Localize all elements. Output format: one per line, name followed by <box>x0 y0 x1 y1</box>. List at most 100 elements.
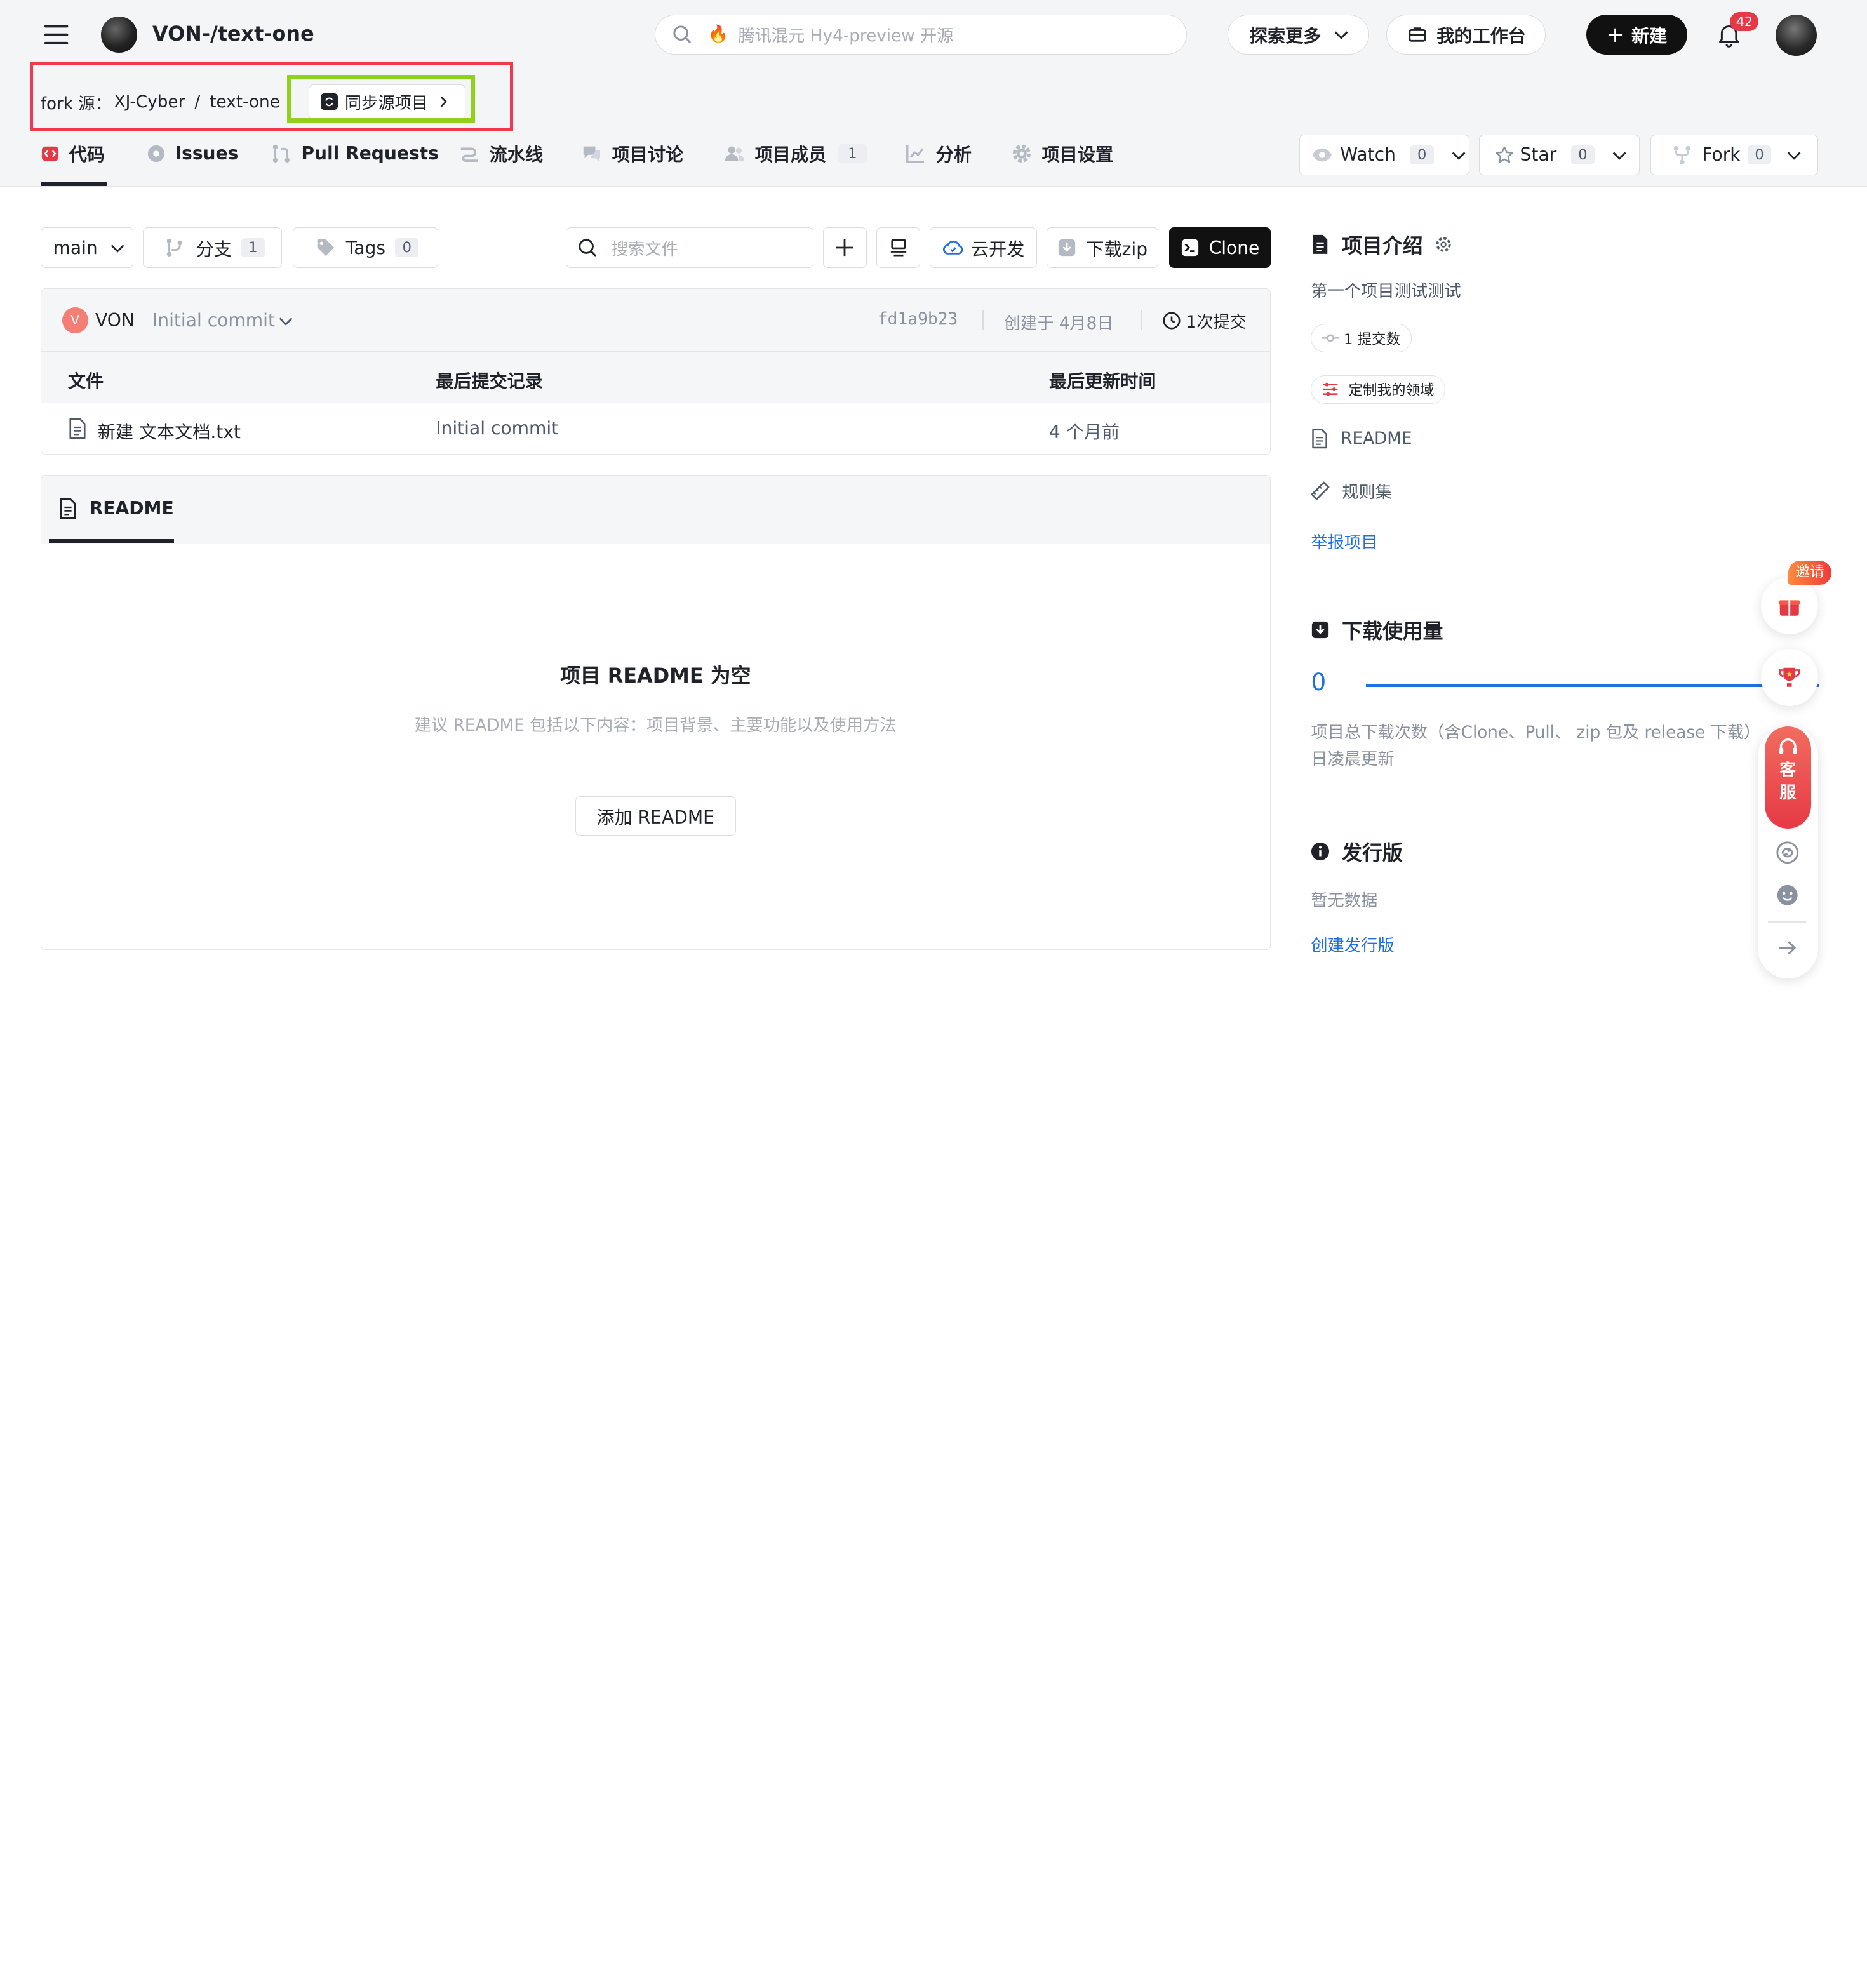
file-commit-message[interactable]: Initial commit <box>436 418 558 439</box>
pull-request-icon <box>272 144 290 163</box>
settings-icon[interactable] <box>1435 236 1452 253</box>
chevron-down-icon <box>111 244 124 253</box>
cloud-dev-label: 云开发 <box>971 238 1025 260</box>
readme-tab[interactable]: README <box>58 498 174 519</box>
commits-tag[interactable]: 1 提交数 <box>1311 324 1412 352</box>
tab-settings[interactable]: 项目设置 <box>1011 138 1113 170</box>
commit-author[interactable]: VON <box>95 310 135 331</box>
commits-count-label: 1次提交 <box>1186 312 1247 332</box>
code-icon <box>41 146 58 161</box>
commit-avatar[interactable]: V <box>62 307 88 333</box>
readme-link[interactable]: README <box>1311 429 1412 449</box>
document-icon <box>1312 429 1328 449</box>
explore-more-label: 探索更多 <box>1249 25 1322 46</box>
members-icon <box>725 146 744 161</box>
downloads-desc-line-1: 项目总下载次数（含Clone、Pull、 zip 包及 release 下载） <box>1311 723 1761 743</box>
report-project-link[interactable]: 举报项目 <box>1311 529 1377 553</box>
feedback-smile-icon[interactable] <box>1776 883 1800 907</box>
workbench-button[interactable]: 我的工作台 <box>1386 14 1546 55</box>
readme-tabbar <box>41 476 1270 544</box>
invite-badge[interactable]: 邀请 <box>1788 561 1831 585</box>
branch-name: main <box>53 237 98 258</box>
layout-toggle-button[interactable] <box>876 227 921 268</box>
fork-count: 0 <box>1747 145 1772 164</box>
tags-button[interactable]: Tags 0 <box>293 227 438 268</box>
download-icon <box>1059 239 1076 257</box>
commit-message[interactable]: Initial commit <box>152 310 275 331</box>
tab-issues[interactable]: Issues <box>147 138 238 170</box>
commits-count-link[interactable]: 1次提交 <box>1162 309 1247 333</box>
eye-icon <box>1313 148 1332 162</box>
downloads-title: 下载使用量 <box>1342 619 1443 644</box>
global-search-box[interactable]: 🔥 腾讯混元 Hy4-preview 开源 <box>655 14 1188 55</box>
clone-button[interactable]: Clone <box>1169 227 1271 268</box>
chevron-down-icon <box>1452 152 1466 160</box>
menu-icon[interactable] <box>43 22 69 48</box>
star-label: Star <box>1520 144 1557 166</box>
analytics-icon <box>906 145 924 163</box>
create-release-link[interactable]: 创建发行版 <box>1311 932 1394 956</box>
tab-code[interactable]: 代码 <box>41 138 105 170</box>
members-count: 1 <box>838 143 867 163</box>
tab-members-label: 项目成员 <box>754 144 827 166</box>
cloud-icon <box>943 240 963 255</box>
add-readme-label: 添加 README <box>596 806 714 828</box>
clock-icon <box>1163 312 1181 330</box>
discussion-icon <box>583 146 600 162</box>
fire-icon: 🔥 <box>707 25 729 44</box>
book-icon <box>1313 234 1328 254</box>
rules-link-label: 规则集 <box>1342 483 1392 502</box>
ai-assistant-icon[interactable] <box>1776 841 1800 865</box>
add-file-button[interactable] <box>822 227 867 268</box>
new-button[interactable]: + 新建 <box>1586 14 1687 55</box>
branches-button[interactable]: 分支 1 <box>143 227 283 268</box>
cloud-dev-button[interactable]: 云开发 <box>930 227 1038 268</box>
arrow-right-icon[interactable] <box>1776 936 1800 960</box>
file-name-link[interactable]: 新建 文本文档.txt <box>98 418 241 444</box>
add-readme-button[interactable]: 添加 README <box>575 796 736 836</box>
tab-members[interactable]: 项目成员 1 <box>724 138 867 170</box>
document-icon <box>60 498 76 519</box>
branch-selector[interactable]: main <box>40 227 133 268</box>
commit-hash[interactable]: fd1a9b23 <box>878 310 958 329</box>
tab-pipeline[interactable]: 流水线 <box>458 138 543 170</box>
watch-button[interactable]: Watch 0 <box>1299 134 1469 175</box>
downloads-desc: 项目总下载次数（含Clone、Pull、 zip 包及 release 下载） … <box>1311 720 1787 773</box>
tags-count: 0 <box>394 238 419 257</box>
custom-domain-tag[interactable]: 定制我的领域 <box>1311 375 1446 404</box>
branches-label: 分支 <box>196 238 232 260</box>
chevron-down-icon[interactable] <box>278 312 294 328</box>
star-button[interactable]: Star 0 <box>1478 134 1640 175</box>
user-avatar[interactable] <box>1775 14 1817 57</box>
intro-description: 第一个项目测试测试 <box>1311 281 1461 301</box>
tab-discussions[interactable]: 项目讨论 <box>581 138 683 170</box>
notification-badge: 42 <box>1730 11 1759 31</box>
chevron-down-icon <box>1613 152 1626 160</box>
releases-title: 发行版 <box>1342 841 1403 865</box>
trophy-button[interactable] <box>1761 648 1819 706</box>
invite-gift-button[interactable] <box>1761 577 1819 635</box>
tab-pull-requests[interactable]: Pull Requests <box>271 138 439 170</box>
download-icon <box>1312 622 1329 639</box>
pipeline-icon <box>460 147 478 162</box>
repo-title[interactable]: VON-/text-one <box>152 22 314 46</box>
global-search-placeholder: 腾讯混元 Hy4-preview 开源 <box>738 27 954 46</box>
intro-title: 项目介绍 <box>1342 233 1423 258</box>
ruler-icon <box>1311 481 1330 500</box>
branches-count: 1 <box>241 238 265 257</box>
headset-icon <box>1779 738 1797 754</box>
rules-link[interactable]: 规则集 <box>1311 479 1392 503</box>
download-zip-button[interactable]: 下载zip <box>1047 227 1159 268</box>
layout-icon <box>890 239 906 257</box>
customer-service-button[interactable]: 客 服 <box>1764 726 1811 829</box>
fork-button[interactable]: Fork 0 <box>1650 134 1819 175</box>
commit-created: 创建于 4月8日 <box>1003 314 1114 333</box>
tab-pipeline-label: 流水线 <box>489 144 543 166</box>
col-header-file: 文件 <box>67 370 104 392</box>
file-icon <box>68 418 87 439</box>
explore-more-button[interactable]: 探索更多 <box>1228 14 1370 55</box>
file-search-input[interactable]: 搜索文件 <box>565 227 813 268</box>
downloads-sparkline <box>1365 684 1819 687</box>
tab-analytics[interactable]: 分析 <box>905 138 972 170</box>
repo-avatar[interactable] <box>101 17 137 53</box>
